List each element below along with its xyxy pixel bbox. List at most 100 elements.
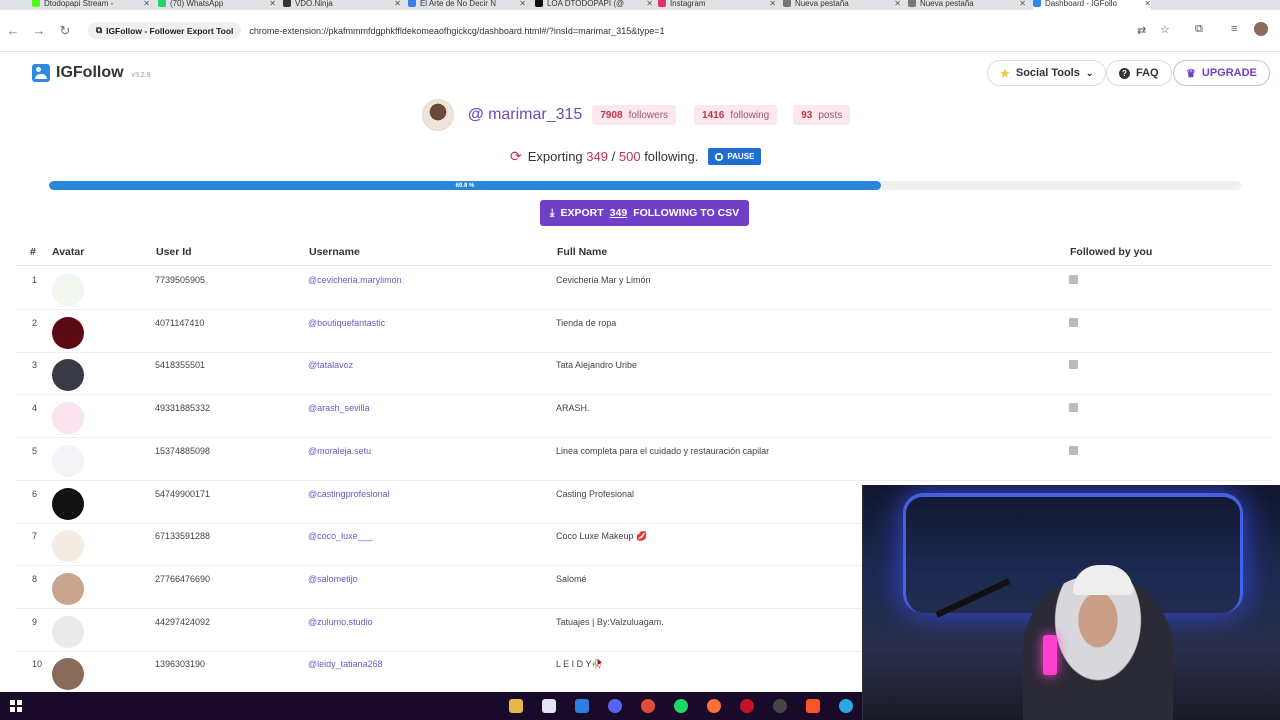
browser-tab[interactable]: (70) WhatsApp ✕ [158,0,276,10]
logo[interactable]: IGFollow v3.2.9 [32,64,151,82]
faq-label: FAQ [1136,67,1159,79]
full-name: ARASH. [556,403,590,414]
export-total-count: 500 [618,149,641,164]
col-full-name: Full Name [557,246,608,258]
outlook-icon[interactable] [575,699,589,713]
following-count: 1416 [702,109,725,121]
username-link[interactable]: @zulumo.studio [308,617,373,627]
close-tab-icon[interactable]: ✕ [1019,0,1026,8]
upgrade-label: UPGRADE [1201,67,1257,79]
brave-icon[interactable] [806,699,820,713]
tab-label: Dashboard - IGFollo [1044,0,1117,8]
username-link[interactable]: @moraleja.setu [308,446,371,456]
followed-checkbox [1069,360,1078,370]
username-text: marimar_315 [488,106,583,123]
browser-tab[interactable]: Nueva pestaña ✕ [908,0,1026,10]
opera-icon[interactable] [740,699,754,713]
back-icon[interactable]: ← [0,23,26,38]
following-badge: 1416 following [694,105,778,125]
extension-chip[interactable]: ⧉ IGFollow - Follower Export Tool [88,22,242,39]
username-link[interactable]: @boutiquefantastic [308,318,385,328]
full-name: Casting Profesional [556,488,635,499]
close-tab-icon[interactable]: ✕ [894,0,901,8]
pause-button[interactable]: PAUSE [708,148,762,165]
obs-icon[interactable] [773,699,787,713]
export-button-count: 349 [609,207,628,219]
close-tab-icon[interactable]: ✕ [394,0,401,8]
table-row[interactable]: 2 4071147410 @boutiquefantastic Tienda de r… [16,310,1272,353]
close-tab-icon[interactable]: ✕ [1144,0,1151,8]
translate-icon[interactable]: ⇄ [1137,24,1146,37]
browser-tab[interactable]: Instagram ✕ [658,0,776,10]
username-link[interactable]: @leidy_tatiana268 [308,659,383,669]
posts-label: posts [818,109,843,121]
table-row[interactable]: 3 5418355501 @tatalavoz Tata Alejandro Urib… [16,352,1272,396]
url-box[interactable]: ⧉ IGFollow - Follower Export Tool chrome… [88,20,664,42]
social-tools-button[interactable]: ★ Social Tools ⌄ [987,60,1107,86]
faq-button[interactable]: ? FAQ [1106,60,1172,86]
col-username: Username [309,246,360,258]
export-csv-button[interactable]: ⤓ EXPORT 349 FOLLOWING TO CSV [540,200,749,226]
folder-icon[interactable] [509,699,523,713]
forward-icon[interactable]: → [26,23,52,38]
reload-icon[interactable]: ↻ [52,23,78,39]
avatar [52,487,84,520]
avatar [52,530,84,563]
profile-avatar[interactable] [1254,22,1268,36]
username-link[interactable]: @castingprofesional [308,489,390,499]
browser-tab[interactable]: El Arte de No Decir N ✕ [408,0,526,10]
at-icon: @ [468,106,484,123]
extension-chip-label: IGFollow - Follower Export Tool [106,25,234,36]
row-number: 1 [32,275,38,285]
menu-icon[interactable]: ≡ [1231,23,1237,35]
profile-avatar-image [422,99,454,131]
url-text[interactable]: chrome-extension://pkafmmmfdgphkffldekom… [249,26,664,36]
star-icon[interactable]: ☆ [1160,23,1170,36]
browser-tab[interactable]: LOA DTODOPAPI (@ ✕ [535,0,653,10]
browser-tab[interactable]: Dashboard - IGFollo ✕ [1033,0,1151,10]
calculator-icon[interactable] [542,699,556,713]
full-name: Tatuajes | By:Valzuluagam. [556,616,664,627]
table-row[interactable]: 5 15374885098 @moraleja.setu Linea completa… [16,438,1272,481]
chrome-icon[interactable] [641,699,655,713]
username-link[interactable]: @salometijo [308,574,358,584]
logo-text: IGFollow [56,64,124,81]
tab-label: LOA DTODOPAPI (@ [546,0,625,8]
close-tab-icon[interactable]: ✕ [269,0,276,8]
avatar [52,402,84,435]
avatar [52,658,84,691]
user-id: 5418355501 [155,360,206,371]
table-row[interactable]: 1 7739505905 @cevicheria.marylimon Cevicher… [16,267,1272,310]
table-row[interactable]: 4 49331885332 @arash_sevilla ARASH. [16,395,1272,439]
webcam-overlay [862,485,1280,720]
export-prefix: Exporting [527,149,583,164]
extensions-icon[interactable]: ⧉ [1195,23,1203,36]
username-link[interactable]: @coco_luxe___ [308,531,373,541]
browser-tab[interactable]: VDO.Ninja ✕ [283,0,401,10]
windows-start-icon[interactable] [10,700,22,712]
profile-username[interactable]: @ marimar_315 [468,106,582,124]
user-id: 1396303190 [155,659,206,670]
close-tab-icon[interactable]: ✕ [143,0,150,8]
upgrade-button[interactable]: ♛ UPGRADE [1173,60,1270,86]
tab-label: Instagram [669,0,706,8]
user-id: 49331885332 [155,403,211,414]
export-status: ⟳ Exporting 349 / 500 following. PAUSE [510,148,762,165]
close-tab-icon[interactable]: ✕ [519,0,526,8]
username-link[interactable]: @arash_sevilla [308,403,370,413]
followers-count: 7908 [600,109,623,121]
close-tab-icon[interactable]: ✕ [769,0,776,8]
browser-tab[interactable]: Nueva pestaña ✕ [783,0,901,10]
spotify-icon[interactable] [674,699,688,713]
discord-icon[interactable] [608,699,622,713]
firefox-icon[interactable] [707,699,721,713]
browser-icon[interactable] [839,699,853,713]
username-link[interactable]: @tatalavoz [308,360,353,370]
full-name: Linea completa para el cuidado y restaur… [556,445,770,456]
browser-tab[interactable]: Dtodopapi Stream - ✕ [32,0,150,10]
username-link[interactable]: @cevicheria.marylimon [308,275,402,285]
close-tab-icon[interactable]: ✕ [646,0,653,8]
avatar [52,359,84,392]
followed-checkbox [1069,275,1078,284]
row-number: 7 [32,531,38,542]
